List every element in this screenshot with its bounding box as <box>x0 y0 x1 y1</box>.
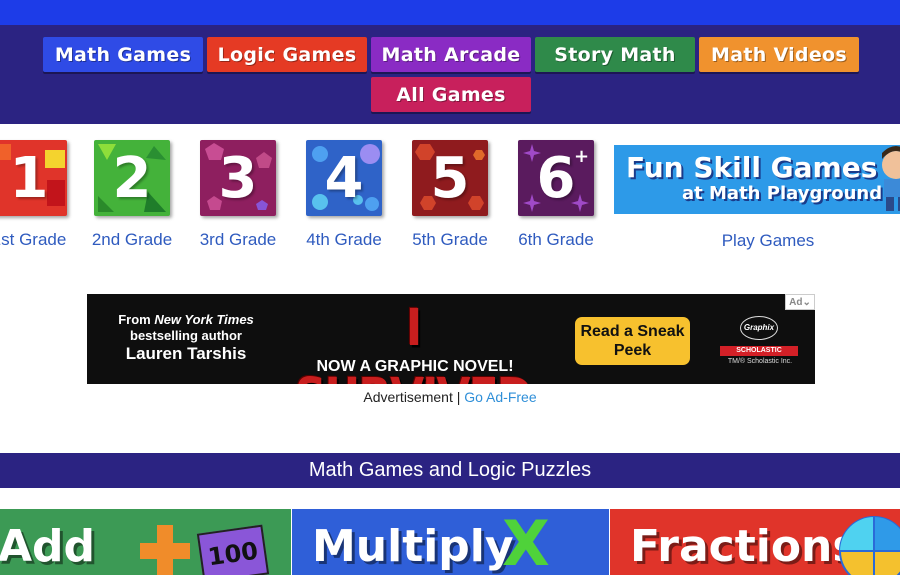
grade-4-tile: 4 <box>306 140 382 216</box>
plus-icon <box>140 525 190 575</box>
grade-number: 3 <box>218 145 258 211</box>
section-header: Math Games and Logic Puzzles <box>0 453 900 488</box>
nav-math-arcade-button[interactable]: Math Arcade <box>371 37 531 72</box>
graphix-logo: Graphix <box>740 316 778 340</box>
multiply-icon: X <box>502 509 550 575</box>
grade-number: 2 <box>112 145 152 211</box>
ad-trademark: TM/® Scholastic Inc. <box>727 358 793 365</box>
grade-label: 3rd Grade <box>199 230 277 249</box>
grade-3-tile: 3 <box>200 140 276 216</box>
mascot-icon <box>882 146 900 211</box>
fraction-pie-icon <box>839 516 900 575</box>
grade-4-link[interactable]: 4 4th Grade <box>303 140 385 250</box>
grade-number: 5 <box>430 145 470 211</box>
number-card: 100 <box>196 524 270 575</box>
ad-sneak-peek-button[interactable]: Read a Sneak Peek <box>575 317 690 365</box>
promo-subtitle: at Math Playground <box>682 183 883 204</box>
grade-2-link[interactable]: 2 2nd Grade <box>91 140 173 250</box>
chevron-down-icon: ⌄ <box>802 297 811 308</box>
category-label: Multiply <box>312 521 514 572</box>
ad-caption-text: Advertisement <box>363 389 453 405</box>
ad-tagline: NOW A GRAPHIC NOVEL! <box>316 358 514 375</box>
grade-1-link[interactable]: 1 1st Grade <box>0 140 70 250</box>
ad-choices-badge[interactable]: Ad⌄ <box>785 294 815 310</box>
nav-all-games-button[interactable]: All Games <box>371 77 531 112</box>
grade-label: 4th Grade <box>306 230 382 249</box>
promo-title: Fun Skill Games <box>626 151 878 184</box>
grade-label: 2nd Grade <box>91 230 173 249</box>
top-bar <box>0 0 900 25</box>
nav-story-math-button[interactable]: Story Math <box>535 37 695 72</box>
category-multiply-tile[interactable]: Multiply X <box>292 509 609 575</box>
ad-title: I SURVIVED <box>295 299 533 384</box>
grade-label: 5th Grade <box>412 230 488 249</box>
grade-6-tile: + 6 <box>518 140 594 216</box>
category-label: Fractions <box>630 521 859 572</box>
nav-logic-games-button[interactable]: Logic Games <box>207 37 367 72</box>
grade-label: 6th Grade <box>518 230 594 249</box>
grade-1-tile: 1 <box>0 140 67 216</box>
ad-from-word: From <box>118 312 151 327</box>
nav-math-games-button[interactable]: Math Games <box>43 37 203 72</box>
grade-3-link[interactable]: 3 3rd Grade <box>197 140 279 250</box>
ad-caption: Advertisement | Go Ad-Free <box>0 389 900 405</box>
ad-badge-label: Ad <box>789 297 803 308</box>
grade-label: 1st Grade <box>0 230 67 249</box>
go-ad-free-link[interactable]: Go Ad-Free <box>464 389 536 405</box>
nav-math-videos-button[interactable]: Math Videos <box>699 37 859 72</box>
grade-5-tile: 5 <box>412 140 488 216</box>
ad-author: Lauren Tarshis <box>125 344 247 363</box>
advertisement-banner[interactable]: From New York Times bestselling author L… <box>87 294 815 384</box>
grade-number: 4 <box>324 145 364 211</box>
fun-skill-games-banner[interactable]: Fun Skill Games at Math Playground <box>614 145 900 214</box>
ad-from-text: From New York Times bestselling author <box>111 312 261 344</box>
category-add-tile[interactable]: Add 100 <box>0 509 291 575</box>
grade-2-tile: 2 <box>94 140 170 216</box>
category-fractions-tile[interactable]: Fractions <box>610 509 900 575</box>
play-games-link[interactable]: Play Games <box>614 231 900 251</box>
grade-5-link[interactable]: 5 5th Grade <box>409 140 491 250</box>
scholastic-logo: SCHOLASTIC <box>720 346 798 356</box>
grade-number: 6 <box>536 145 576 211</box>
category-label: Add <box>0 521 96 572</box>
ad-from-brand: New York Times <box>154 312 254 327</box>
grade-6-link[interactable]: + 6 6th Grade <box>515 140 597 250</box>
ad-caption-separator: | <box>456 389 461 405</box>
grade-number: 1 <box>9 145 49 211</box>
main-nav: Math Games Logic Games Math Arcade Story… <box>0 25 900 124</box>
ad-from-line2: bestselling author <box>130 328 242 343</box>
